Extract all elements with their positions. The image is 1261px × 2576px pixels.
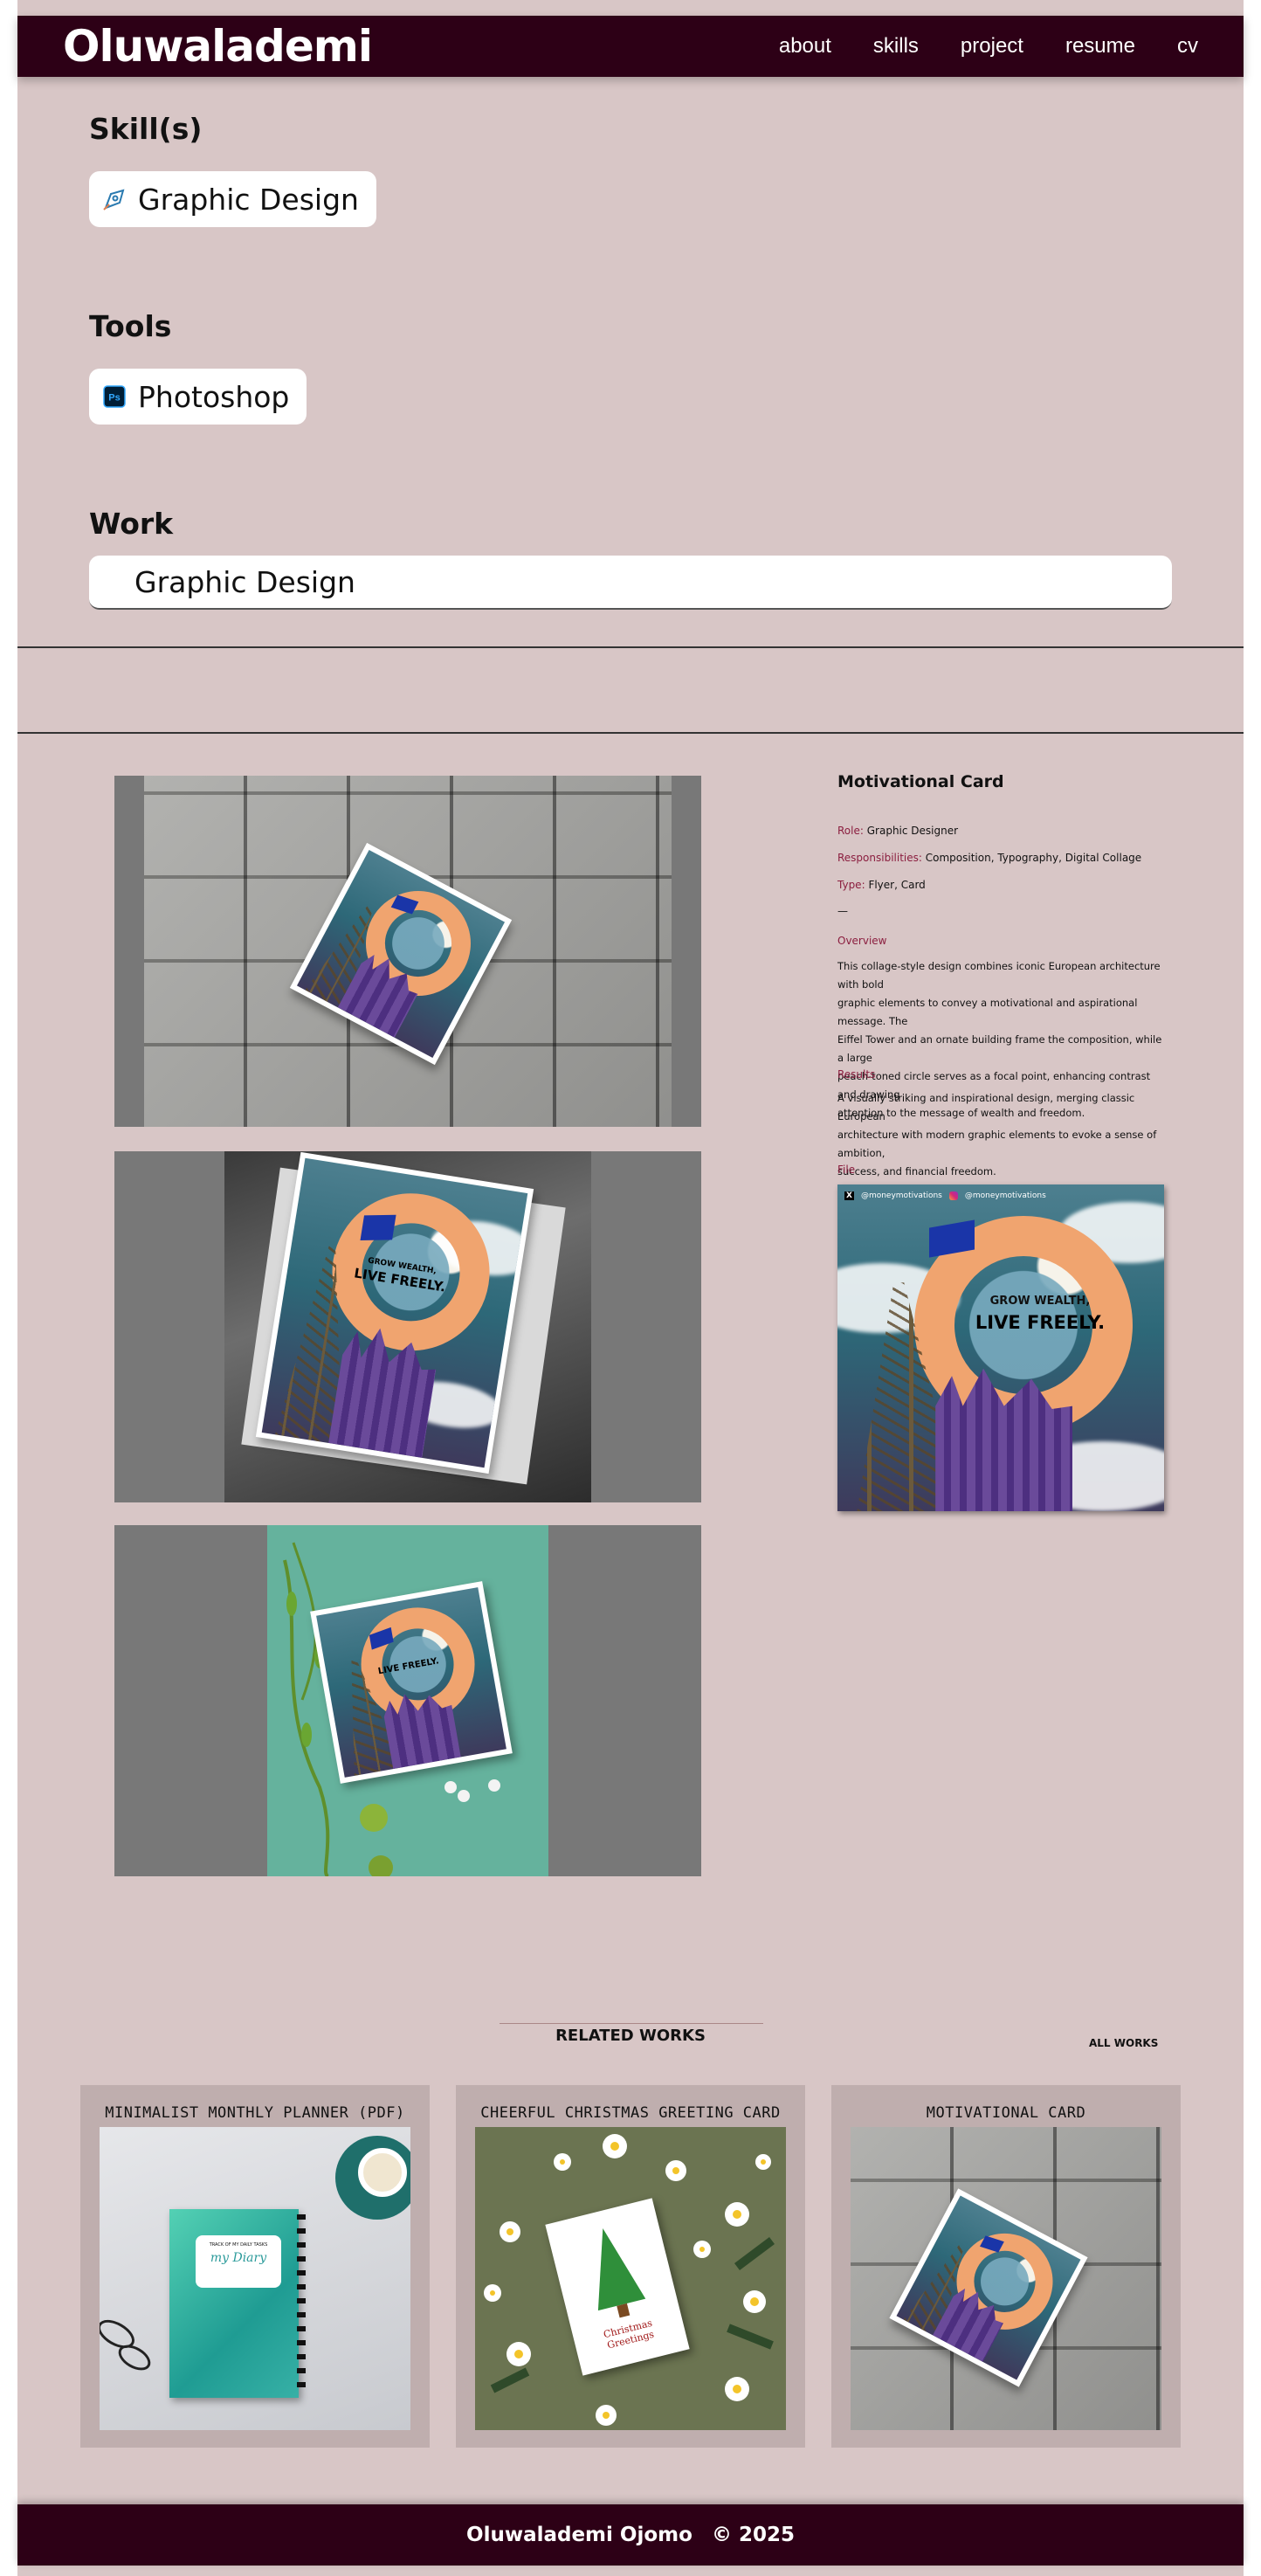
work-heading: Work [89,507,174,541]
christmas-image: Christmas Greetings [475,2127,786,2430]
svg-text:Ps: Ps [108,393,120,404]
tools-heading: Tools [89,309,172,343]
project-responsibilities: Responsibilities: Composition, Typograph… [837,852,1142,864]
project-type: Type: Flyer, Card [837,879,926,891]
brand-logo[interactable]: Oluwalademi [63,21,373,72]
diary-cover: TRACK OF MY DAILY TASKS my Diary [169,2209,306,2398]
photoshop-icon: Ps [100,382,129,411]
artwork-thumb: LIVE FREELY. [316,1587,506,1778]
footer-name: Oluwalademi Ojomo [466,2524,693,2546]
tool-label: Photoshop [138,379,290,414]
tool-chip-photoshop: Ps Photoshop [89,369,307,425]
related-card-planner[interactable]: MINIMALIST MONTHLY PLANNER (PDF) TRACK O… [80,2085,430,2448]
card-mockup: LIVE FREELY. [310,1581,513,1784]
related-card-title: MINIMALIST MONTHLY PLANNER (PDF) [105,2104,405,2122]
skill-label: Graphic Design [138,182,359,217]
divider-top [17,646,1244,648]
tile-floor-scene [144,776,672,1127]
artwork-thumb: GROW WEALTH, LIVE FREELY. [261,1157,528,1468]
final-artwork[interactable]: X @moneymotivations @moneymotivations GR… [837,1184,1164,1511]
nav-link-cv[interactable]: cv [1177,34,1198,59]
work-selected-label: Graphic Design [134,564,355,599]
nav-link-skills[interactable]: skills [873,34,919,59]
nav-link-resume[interactable]: resume [1065,34,1135,59]
artwork-full: X @moneymotivations @moneymotivations GR… [837,1184,1164,1511]
nav-link-about[interactable]: about [779,34,831,59]
nav-links: about skills project resume cv [779,34,1198,59]
project-title: Motivational Card [837,772,1004,791]
separator-dash: — [837,905,848,917]
related-card-title: CHEERFUL CHRISTMAS GREETING CARD [480,2104,781,2122]
mockup-image-3[interactable]: LIVE FREELY. [114,1525,701,1876]
skill-chip-graphic-design: Graphic Design [89,171,376,227]
project-role: Role: Graphic Designer [837,825,959,837]
flyer-mockup: GROW WEALTH, LIVE FREELY. [255,1151,534,1474]
divider-bottom [17,732,1244,734]
x-icon: X [844,1191,854,1200]
laptop-scene: GROW WEALTH, LIVE FREELY. [224,1151,591,1502]
motivational-image [851,2127,1161,2430]
footer: Oluwalademi Ojomo © 2025 [17,2504,1244,2566]
mockup-image-2[interactable]: GROW WEALTH, LIVE FREELY. [114,1151,701,1502]
results-heading: Results [837,1068,876,1081]
card-mockup [889,2188,1088,2387]
planner-image: TRACK OF MY DAILY TASKS my Diary [100,2127,410,2430]
card-mockup [289,842,513,1066]
related-works-heading: RELATED WORKS [555,2027,706,2045]
mockup-image-1[interactable] [114,776,701,1127]
file-heading: File [837,1164,856,1176]
all-works-link[interactable]: ALL WORKS [1089,2037,1158,2049]
instagram-icon [948,1191,958,1200]
work-selector[interactable]: Graphic Design [89,556,1172,610]
related-card-title: MOTIVATIONAL CARD [926,2104,1086,2122]
artwork-line2: LIVE FREELY. [975,1312,1106,1333]
related-card-christmas[interactable]: CHEERFUL CHRISTMAS GREETING CARD Christm… [456,2085,805,2448]
social-handles: X @moneymotivations @moneymotivations [844,1191,1046,1200]
artwork-thumb [296,849,506,1059]
nav-link-project[interactable]: project [961,34,1023,59]
footer-copyright: © 2025 [711,2524,795,2546]
pen-tool-icon [100,184,129,214]
top-navbar: Oluwalademi about skills project resume … [17,16,1244,77]
related-divider [500,2023,763,2024]
skills-heading: Skill(s) [89,112,203,146]
green-scene: LIVE FREELY. [267,1525,548,1876]
artwork-line1: GROW WEALTH, [989,1295,1091,1308]
results-text: A visually striking and inspirational de… [837,1092,1157,1178]
overview-heading: Overview [837,935,887,947]
related-card-motivational[interactable]: MOTIVATIONAL CARD [831,2085,1181,2448]
